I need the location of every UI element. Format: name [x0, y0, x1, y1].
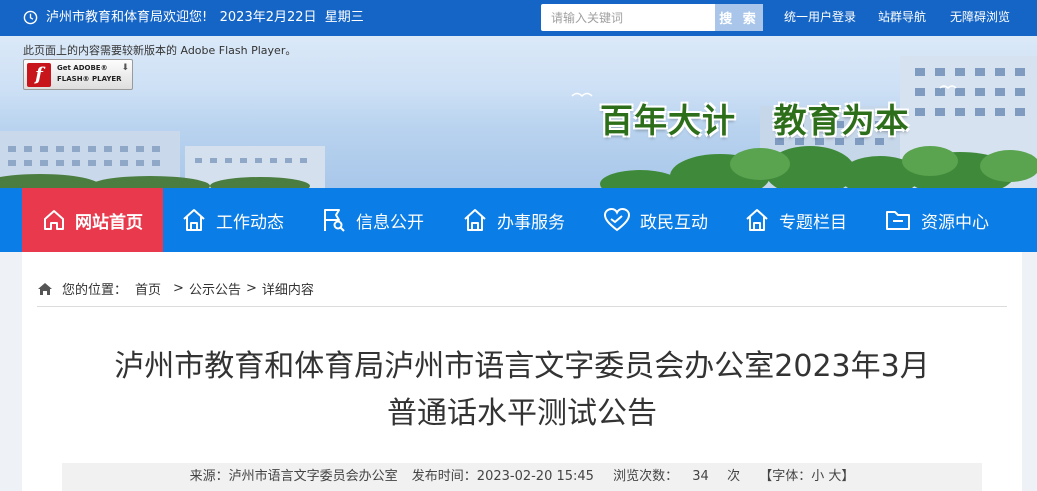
get-flash-player-button[interactable]: f Get ADOBE® FLASH® PLAYER ⬇ — [23, 59, 133, 90]
flash-badge-line2: FLASH® PLAYER — [57, 75, 122, 83]
breadcrumb-detail: 详细内容 — [261, 283, 314, 298]
clock-icon — [23, 10, 38, 25]
slogan-right: 教育为本 — [773, 101, 910, 140]
nav-label: 办事服务 — [497, 212, 565, 233]
house-icon — [746, 209, 768, 231]
flash-badge-line1: Get ADOBE® — [57, 64, 108, 72]
flash-notice: 此页面上的内容需要较新版本的 Adobe Flash Player。 — [23, 44, 297, 57]
nav-item-work-news[interactable]: 工作动态 — [181, 188, 284, 252]
nav-item-info-disclosure[interactable]: 信息公开 — [321, 188, 424, 252]
heart-icon — [603, 207, 631, 232]
nav-label: 工作动态 — [216, 212, 284, 233]
user-login-link[interactable]: 统一用户登录 — [784, 9, 856, 26]
breadcrumb: 您的位置： 首页 > 公示公告 > 详细内容 — [37, 279, 314, 298]
article-source: 来源：泸州市语言文字委员会办公室 — [189, 469, 398, 484]
banner-slogan: 百年大计 教育为本 — [600, 94, 909, 142]
nav-item-resources[interactable]: 资源中心 — [884, 188, 989, 252]
current-date: 2023年2月22日 — [219, 10, 317, 25]
current-weekday: 星期三 — [324, 10, 364, 25]
slogan-left: 百年大计 — [600, 101, 736, 140]
breadcrumb-prefix: 您的位置： — [62, 283, 128, 298]
search-input[interactable] — [541, 4, 715, 31]
main-nav: 网站首页 工作动态 信息公开 办事服务 政民互动 专题栏目 资源中心 — [0, 188, 1037, 252]
home-icon — [44, 210, 64, 230]
views-unit: 次 — [727, 469, 741, 484]
nav-item-interaction[interactable]: 政民互动 — [603, 188, 708, 252]
article-title-line1: 泸州市教育和体育局泸州市语言文字委员会办公室2023年3月 — [114, 349, 930, 384]
nav-item-home[interactable]: 网站首页 — [22, 188, 163, 252]
download-arrow-icon: ⬇ — [121, 63, 129, 73]
views-count: 34 — [692, 469, 709, 484]
font-size-control[interactable]: 【字体：小 大】 — [759, 469, 854, 484]
search-button[interactable]: 搜 索 — [715, 4, 763, 31]
site-nav-link[interactable]: 站群导航 — [878, 9, 926, 26]
home-icon — [38, 282, 52, 295]
house-icon — [183, 209, 205, 231]
article-title-line2: 普通话水平测试公告 — [387, 396, 657, 431]
breadcrumb-separator: > — [173, 281, 184, 296]
article-views: 浏览次数： 34 次 — [608, 469, 745, 484]
nav-label: 资源中心 — [921, 212, 989, 233]
nav-label: 政民互动 — [640, 212, 708, 233]
nav-item-services[interactable]: 办事服务 — [462, 188, 565, 252]
breadcrumb-separator: > — [245, 281, 257, 296]
flag-search-icon — [324, 209, 345, 232]
nav-item-topics[interactable]: 专题栏目 — [744, 188, 847, 252]
breadcrumb-notices[interactable]: 公示公告 — [189, 279, 241, 298]
welcome-text: 泸州市教育和体育局欢迎您! 2023年2月22日 星期三 — [46, 9, 364, 26]
breadcrumb-home[interactable]: 首页 — [135, 279, 161, 298]
flash-logo-icon: f — [27, 63, 51, 87]
article-meta: 来源：泸州市语言文字委员会办公室 发布时间：2023-02-20 15:45 浏… — [62, 463, 982, 491]
top-bar: 泸州市教育和体育局欢迎您! 2023年2月22日 星期三 搜 索 统一用户登录 … — [0, 0, 1037, 36]
breadcrumb-divider — [37, 306, 1007, 307]
folder-icon — [886, 211, 910, 230]
house-icon — [464, 209, 486, 231]
banner: 此页面上的内容需要较新版本的 Adobe Flash Player。 f Get… — [0, 36, 1037, 188]
accessibility-link[interactable]: 无障碍浏览 — [950, 9, 1010, 26]
views-label: 浏览次数： — [613, 469, 679, 484]
article-published: 发布时间：2023-02-20 15:45 — [411, 469, 594, 484]
nav-label: 信息公开 — [356, 212, 424, 233]
nav-label: 网站首页 — [75, 212, 143, 233]
article-title: 泸州市教育和体育局泸州市语言文字委员会办公室2023年3月 普通话水平测试公告 — [22, 343, 1022, 437]
nav-label: 专题栏目 — [779, 212, 847, 233]
welcome-message: 泸州市教育和体育局欢迎您! — [46, 10, 208, 25]
